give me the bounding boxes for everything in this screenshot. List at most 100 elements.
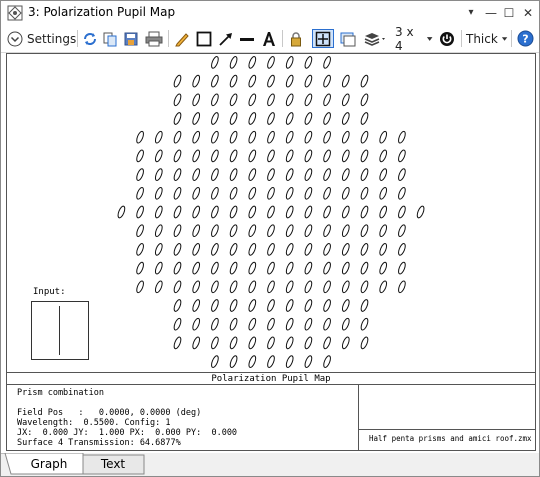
tab-graph[interactable]: Graph (19, 455, 79, 474)
polarization-ellipse (323, 336, 331, 350)
pin-dropdown-button[interactable]: ▾ (462, 5, 480, 21)
maximize-button[interactable]: ☐ (500, 5, 518, 21)
polarization-ellipse (211, 261, 219, 275)
save-button[interactable] (122, 29, 140, 48)
toolbar: Settings 3 x 4 Thick ? (1, 25, 539, 53)
polarization-ellipse (323, 205, 331, 219)
power-icon (440, 31, 454, 46)
polarization-ellipse (267, 243, 275, 256)
polarization-ellipse (192, 130, 201, 144)
polarization-ellipse (248, 56, 257, 69)
footer-info: Prism combination Field Pos : 0.0000, 0.0… (17, 388, 237, 448)
polarization-ellipse (398, 149, 406, 163)
polarization-ellipse (267, 93, 275, 107)
polarization-ellipse (398, 243, 406, 256)
polarization-ellipse (304, 149, 313, 163)
polarization-ellipse (173, 112, 182, 125)
polarization-ellipse (398, 224, 406, 238)
tab-text[interactable]: Text (85, 455, 141, 474)
text-icon (263, 31, 275, 46)
footer-filename: Half penta prisms and amici roof.zmx (359, 429, 536, 451)
polarization-ellipse (267, 186, 275, 200)
settings-button[interactable]: Settings (7, 29, 77, 48)
close-button[interactable]: ✕ (519, 5, 537, 21)
polarization-ellipse (285, 299, 294, 312)
polarization-ellipse (267, 317, 275, 331)
polarization-ellipse (285, 93, 294, 107)
pencil-button[interactable] (173, 29, 191, 48)
power-button[interactable] (437, 29, 457, 48)
polarization-ellipse (136, 186, 144, 200)
polarization-ellipse (267, 205, 275, 219)
polarization-ellipse (211, 56, 219, 69)
polarization-ellipse (323, 56, 331, 69)
polarization-ellipse (211, 243, 219, 256)
polarization-ellipse (285, 243, 294, 256)
polarization-ellipse (285, 355, 294, 368)
input-polarization-box (31, 301, 89, 360)
polarization-ellipse (285, 168, 294, 181)
polarization-ellipse (341, 243, 350, 256)
polarization-ellipse (360, 336, 369, 350)
text-button[interactable] (260, 29, 278, 48)
polarization-ellipse (229, 112, 238, 125)
polarization-ellipse (211, 149, 219, 163)
polarization-ellipse (192, 74, 201, 88)
app-icon (7, 5, 23, 21)
copy-button[interactable] (101, 29, 119, 48)
polarization-ellipse (211, 280, 219, 294)
polarization-ellipse (211, 93, 219, 107)
lock-icon (291, 31, 301, 46)
help-button[interactable]: ? (515, 29, 535, 48)
polarization-ellipse (154, 280, 163, 294)
minimize-button[interactable]: — (482, 5, 500, 21)
lock-button[interactable] (287, 29, 305, 48)
polarization-ellipse (285, 112, 294, 125)
window-button[interactable] (338, 29, 358, 48)
polarization-ellipse (341, 261, 350, 275)
polarization-ellipse (173, 93, 182, 107)
arrow-button[interactable] (217, 29, 235, 48)
pencil-icon (175, 32, 189, 46)
polarization-ellipse (360, 317, 369, 331)
polarization-ellipse (173, 280, 182, 294)
polarization-ellipse (323, 130, 331, 144)
fit-button[interactable] (312, 29, 334, 48)
window-icon (340, 32, 356, 46)
polarization-ellipse (267, 74, 275, 88)
line-thickness-label: Thick (466, 31, 498, 46)
polarization-ellipse (136, 168, 144, 181)
polarization-ellipse (192, 280, 201, 294)
polarization-ellipse (304, 224, 313, 238)
polarization-ellipse (173, 186, 182, 200)
polarization-ellipse (304, 112, 313, 125)
toolbar-separator (168, 30, 169, 47)
polarization-ellipse (360, 205, 369, 219)
line-thickness-dropdown[interactable]: Thick (466, 29, 508, 48)
rectangle-button[interactable] (195, 29, 213, 48)
print-button[interactable] (144, 29, 164, 48)
polarization-ellipse (173, 299, 182, 312)
polarization-ellipse (229, 355, 238, 368)
polarization-ellipse (154, 205, 163, 219)
title-bar[interactable]: 3: Polarization Pupil Map ▾ — ☐ ✕ (1, 1, 539, 25)
polarization-ellipse (304, 355, 313, 368)
polarization-ellipse (341, 280, 350, 294)
polarization-ellipse (379, 224, 388, 238)
polarization-ellipse (211, 168, 219, 181)
line-icon (240, 37, 254, 41)
polarization-ellipse (398, 130, 406, 144)
polarization-ellipse (285, 317, 294, 331)
layers-button[interactable] (363, 29, 389, 48)
polarization-pupil-map-window: 3: Polarization Pupil Map ▾ — ☐ ✕ Settin… (0, 0, 540, 477)
layout-dropdown[interactable]: 3 x 4 (395, 25, 433, 53)
refresh-button[interactable] (81, 29, 99, 48)
polarization-ellipse (360, 299, 369, 312)
graph-area[interactable]: Input: Polarization Pupil Map Prism comb… (6, 53, 536, 451)
polarization-ellipse (248, 224, 257, 238)
line-button[interactable] (238, 29, 256, 48)
polarization-ellipse (173, 130, 182, 144)
polarization-ellipse (229, 168, 238, 181)
polarization-ellipse (360, 93, 369, 107)
polarization-ellipse (192, 205, 201, 219)
